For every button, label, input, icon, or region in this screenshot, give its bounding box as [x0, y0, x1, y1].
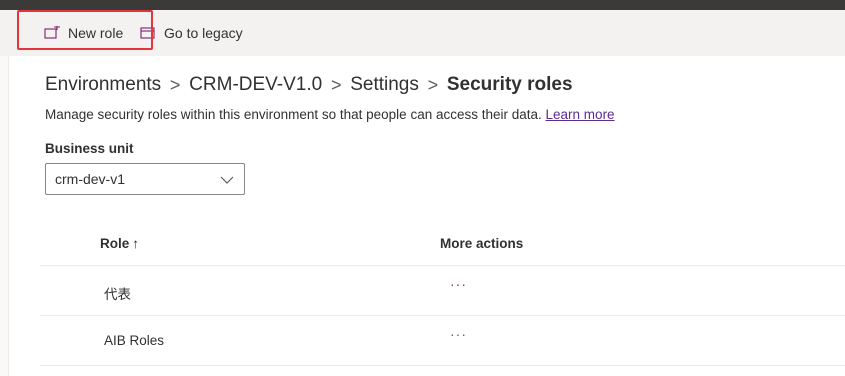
breadcrumb: Environments > CRM-DEV-V1.0 > Settings >… [45, 74, 573, 96]
table-row[interactable]: 代表 ··· [40, 266, 845, 316]
go-to-legacy-label: Go to legacy [164, 25, 243, 41]
more-actions-button[interactable]: ··· [450, 326, 467, 342]
learn-more-link[interactable]: Learn more [546, 107, 615, 122]
role-column-label: Role [100, 236, 130, 251]
breadcrumb-environments[interactable]: Environments [45, 74, 161, 96]
role-name[interactable]: AIB Roles [104, 333, 164, 348]
top-bar [0, 0, 845, 10]
breadcrumb-settings[interactable]: Settings [350, 74, 419, 96]
role-name[interactable]: 代表 [104, 283, 131, 303]
highlight-annotation [17, 10, 153, 50]
chevron-down-icon [220, 171, 234, 187]
business-unit-dropdown[interactable]: crm-dev-v1 [45, 163, 245, 195]
breadcrumb-environment-name[interactable]: CRM-DEV-V1.0 [189, 74, 322, 96]
page-title: Security roles [446, 74, 573, 95]
business-unit-label: Business unit [45, 141, 134, 156]
more-actions-column-header: More actions [440, 236, 524, 251]
chevron-right-icon: > [169, 74, 181, 95]
left-nav-strip [0, 56, 9, 376]
sort-ascending-icon: ↑ [132, 236, 140, 251]
go-to-legacy-button[interactable]: Go to legacy [140, 10, 243, 56]
table-row[interactable]: AIB Roles ··· [40, 316, 845, 366]
role-column-header[interactable]: Role ↑ [100, 236, 139, 251]
grid-header: Role ↑ More actions [40, 222, 845, 266]
more-actions-button[interactable]: ··· [450, 276, 467, 292]
business-unit-value: crm-dev-v1 [55, 171, 126, 187]
chevron-right-icon: > [330, 74, 342, 95]
page-description: Manage security roles within this enviro… [45, 107, 615, 122]
description-text: Manage security roles within this enviro… [45, 107, 542, 122]
chevron-right-icon: > [427, 74, 439, 95]
